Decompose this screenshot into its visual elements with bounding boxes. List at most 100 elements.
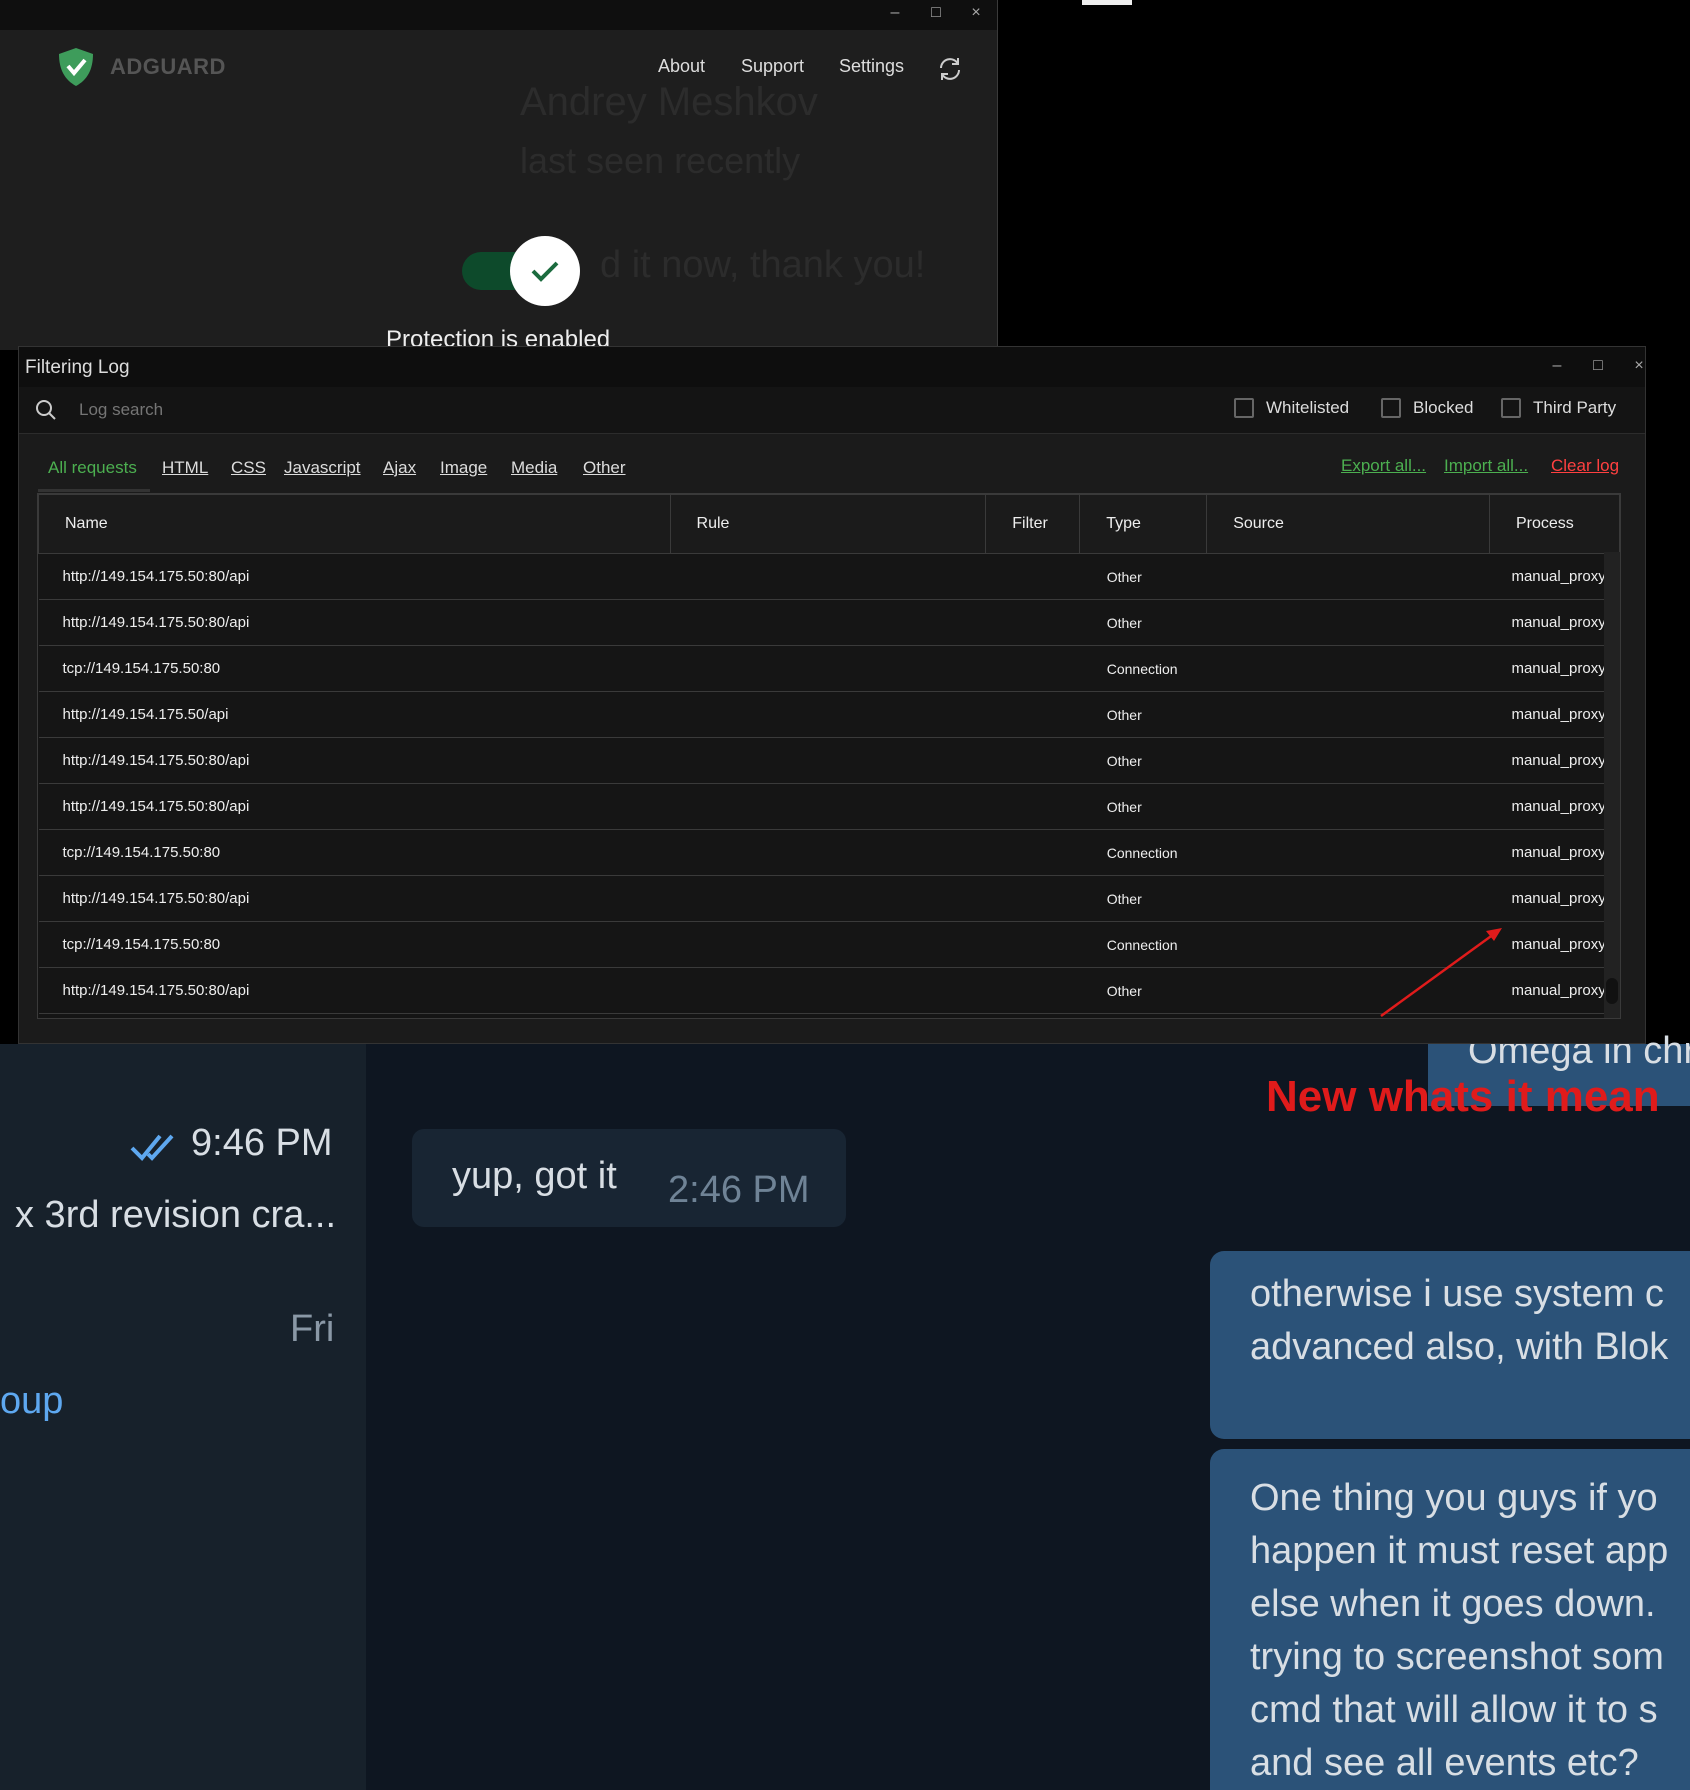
- cell-name: http://149.154.175.50:80/api: [38, 875, 671, 922]
- cell-filter: [985, 875, 1080, 922]
- column-name[interactable]: Name: [38, 494, 671, 554]
- table-row[interactable]: http://149.154.175.50:80/api Other manual_…: [38, 553, 1620, 600]
- cell-type: Other: [1079, 875, 1207, 922]
- filtering-log-titlebar: Filtering Log – □ ×: [19, 347, 1645, 387]
- cell-name: tcp://149.154.175.50:80: [38, 829, 671, 876]
- clear-log-link[interactable]: Clear log: [1551, 456, 1619, 476]
- chat-day: Fri: [290, 1308, 335, 1350]
- tab-image[interactable]: Image: [440, 458, 487, 478]
- blocked-checkbox[interactable]: Blocked: [1381, 398, 1473, 418]
- table-row[interactable]: http://149.154.175.50:80/api Other manual_…: [38, 967, 1620, 1014]
- cell-type: Other: [1079, 737, 1207, 784]
- scrollbar-thumb[interactable]: [1606, 978, 1618, 1004]
- cell-rule: [670, 829, 986, 876]
- cell-type: Connection: [1079, 829, 1207, 876]
- support-link[interactable]: Support: [741, 56, 804, 77]
- about-link[interactable]: About: [658, 56, 705, 77]
- cell-name: http://149.154.175.50:80/api: [38, 599, 671, 646]
- brand-name: ADGUARD: [110, 54, 226, 79]
- close-icon[interactable]: ×: [961, 2, 991, 24]
- protection-toggle[interactable]: [510, 236, 580, 306]
- cell-name: http://149.154.175.50:80/api: [38, 967, 671, 1014]
- outgoing1-line2: advanced also, with Blok: [1250, 1326, 1669, 1368]
- cell-process: manual_proxy: [1489, 875, 1620, 922]
- outgoing2-line2: happen it must reset app: [1250, 1530, 1669, 1572]
- minimize-icon[interactable]: –: [880, 2, 910, 24]
- log-table-container: Name Rule Filter Type Source Process htt…: [37, 493, 1621, 1019]
- maximize-icon[interactable]: □: [921, 2, 951, 24]
- table-row[interactable]: http://149.154.175.50:80/api Other manual_…: [38, 737, 1620, 784]
- cell-name: tcp://149.154.175.50:80: [38, 645, 671, 692]
- cell-name: tcp://149.154.175.50:80: [38, 921, 671, 968]
- cell-name: http://149.154.175.50/api: [38, 691, 671, 738]
- search-bar: Whitelisted Blocked Third Party: [19, 387, 1645, 434]
- tab-all-requests[interactable]: All requests: [48, 458, 137, 478]
- tab-html[interactable]: HTML: [162, 458, 208, 478]
- whitelisted-checkbox[interactable]: Whitelisted: [1234, 398, 1349, 418]
- column-process[interactable]: Process: [1488, 494, 1620, 554]
- checkbox-label: Third Party: [1533, 398, 1617, 417]
- cell-filter: [985, 967, 1080, 1014]
- cell-source: [1206, 737, 1490, 784]
- table-row[interactable]: tcp://149.154.175.50:80 Connection manual_…: [38, 921, 1620, 968]
- checkmark-icon: [531, 261, 559, 282]
- cell-name: http://149.154.175.50:80/api: [38, 553, 671, 600]
- outgoing-message-2: One thing you guys if yo happen it must …: [1210, 1449, 1690, 1790]
- cell-process: manual_proxy: [1489, 921, 1620, 968]
- cell-type: Other: [1079, 599, 1207, 646]
- cell-type: Other: [1079, 967, 1207, 1014]
- tab-ajax[interactable]: Ajax: [383, 458, 416, 478]
- outgoing2-line5: cmd that will allow it to s: [1250, 1689, 1658, 1731]
- checkbox-box[interactable]: [1501, 398, 1521, 418]
- checkbox-label: Whitelisted: [1266, 398, 1350, 417]
- maximize-icon[interactable]: □: [1583, 355, 1613, 377]
- checkbox-box[interactable]: [1381, 398, 1401, 418]
- settings-link[interactable]: Settings: [839, 56, 904, 77]
- shield-icon: [59, 48, 93, 86]
- cell-process: manual_proxy: [1489, 967, 1620, 1014]
- tab-other[interactable]: Other: [583, 458, 626, 478]
- cell-source: [1206, 921, 1490, 968]
- cell-rule: [670, 967, 986, 1014]
- outgoing2-line3: else when it goes down.: [1250, 1583, 1656, 1625]
- table-row[interactable]: tcp://149.154.175.50:80 Connection manual_…: [38, 829, 1620, 876]
- tab-css[interactable]: CSS: [231, 458, 266, 478]
- checkbox-box[interactable]: [1234, 398, 1254, 418]
- import-all-link[interactable]: Import all...: [1444, 456, 1528, 476]
- table-row[interactable]: http://149.154.175.50:80/api Other manual_…: [38, 599, 1620, 646]
- chat-preview[interactable]: x 3rd revision cra...: [0, 1194, 336, 1237]
- cell-source: [1206, 967, 1490, 1014]
- third-party-checkbox[interactable]: Third Party: [1501, 398, 1616, 418]
- table-row[interactable]: http://149.154.175.50:80/api Other manual_…: [38, 875, 1620, 922]
- table-row[interactable]: http://149.154.175.50/api Other manual_pro…: [38, 691, 1620, 738]
- telegram-sidebar: 9:46 PM x 3rd revision cra... Fri oup: [0, 1044, 366, 1790]
- scrollbar-track[interactable]: [1604, 552, 1620, 1018]
- double-check-icon: [130, 1134, 174, 1161]
- column-rule[interactable]: Rule: [669, 494, 987, 554]
- refresh-icon[interactable]: [937, 56, 963, 82]
- outgoing2-line1: One thing you guys if yo: [1250, 1477, 1658, 1519]
- incoming-message: yup, got it 2:46 PM: [412, 1129, 846, 1227]
- tab-javascript[interactable]: Javascript: [284, 458, 361, 478]
- column-type[interactable]: Type: [1079, 494, 1208, 554]
- cell-source: [1206, 645, 1490, 692]
- outgoing2-line6: and see all events etc?: [1250, 1742, 1639, 1784]
- table-row[interactable]: http://149.154.175.50:80/api Other manual_…: [38, 783, 1620, 830]
- cell-filter: [985, 737, 1080, 784]
- cell-process: manual_proxy: [1489, 691, 1620, 738]
- minimize-icon[interactable]: –: [1542, 355, 1572, 377]
- close-icon[interactable]: ×: [1624, 355, 1645, 377]
- log-table: Name Rule Filter Type Source Process htt…: [38, 494, 1620, 1014]
- log-search-input[interactable]: [77, 395, 981, 425]
- cell-type: Other: [1079, 783, 1207, 830]
- column-source[interactable]: Source: [1206, 494, 1490, 554]
- cell-rule: [670, 737, 986, 784]
- chat-time: 9:46 PM: [191, 1122, 333, 1164]
- column-filter[interactable]: Filter: [985, 494, 1081, 554]
- chat-link[interactable]: oup: [0, 1380, 63, 1423]
- cell-process: manual_proxy: [1489, 645, 1620, 692]
- tab-media[interactable]: Media: [511, 458, 557, 478]
- export-all-link[interactable]: Export all...: [1341, 456, 1426, 476]
- cell-filter: [985, 599, 1080, 646]
- table-row[interactable]: tcp://149.154.175.50:80 Connection manual_…: [38, 645, 1620, 692]
